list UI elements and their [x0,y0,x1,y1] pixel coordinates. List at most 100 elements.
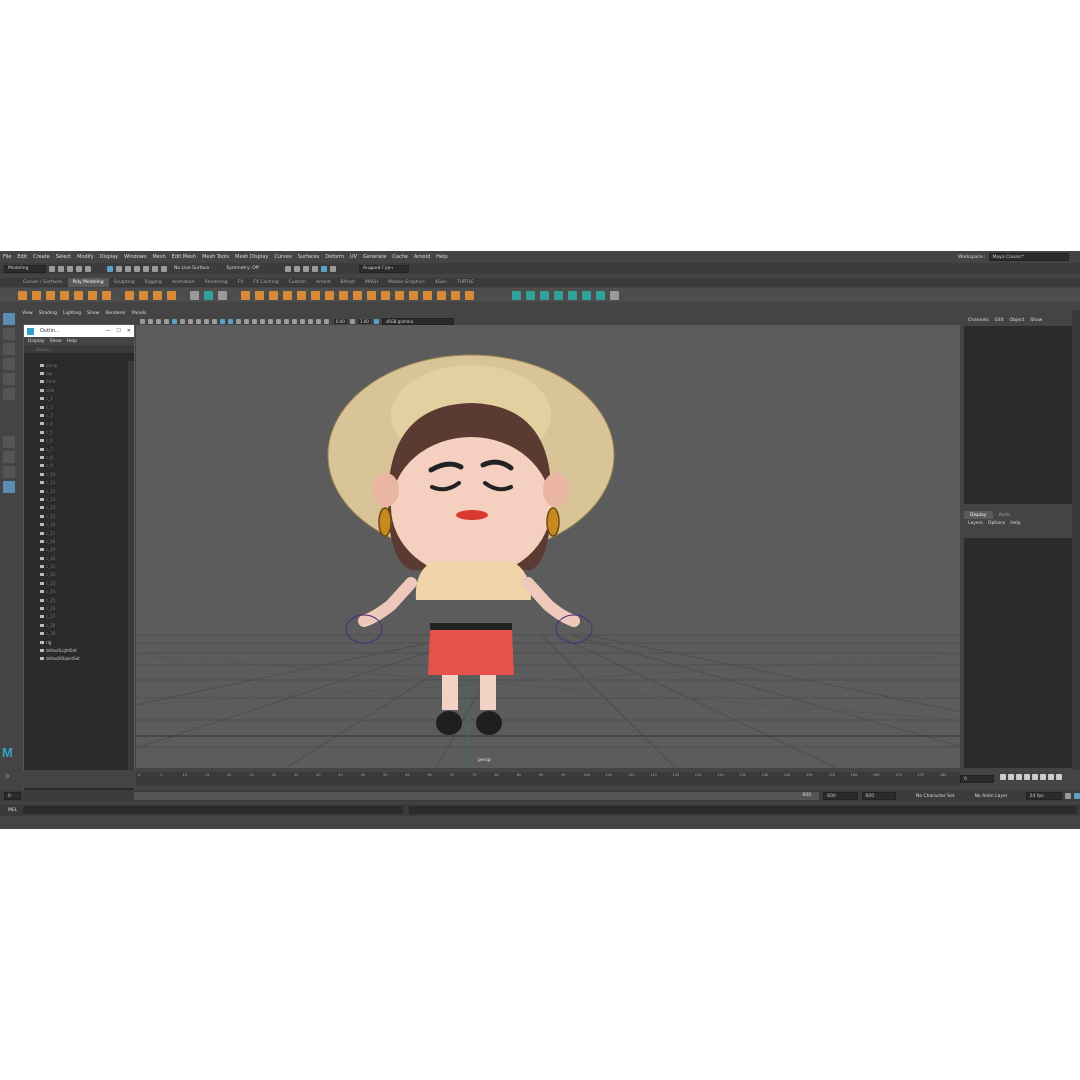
mel-label[interactable]: MEL [8,808,17,813]
outliner-item[interactable]: rig [24,638,126,646]
shelf-tab-turtle[interactable]: TURTLE [452,278,479,287]
gamma-field[interactable]: 1.00 [357,318,371,324]
xray-components-icon[interactable] [324,318,329,324]
select-component-icon[interactable] [125,265,131,272]
four-view-icon[interactable] [3,451,15,463]
outliner-item[interactable]: c_18 [24,537,126,545]
channel-menu-show[interactable]: Show [1030,318,1042,323]
insert-edge-loop-icon[interactable] [437,290,446,300]
step-forward-frame-icon[interactable] [1040,774,1046,780]
outliner-item[interactable]: c_17 [24,529,126,537]
outliner-item[interactable]: c_4 [24,420,126,428]
poly-super-shape-icon[interactable] [139,290,148,300]
auto-key-icon[interactable] [1064,793,1071,799]
minimize-icon[interactable]: — [105,328,110,334]
uv-editor-icon[interactable] [610,290,619,300]
extract-icon[interactable] [297,290,306,300]
outliner-item[interactable]: c_3 [24,411,126,419]
outliner-item[interactable]: c_29 [24,630,126,638]
viewport-menu-shading[interactable]: Shading [39,311,57,316]
channel-menu-object[interactable]: Object [1010,318,1025,323]
mode-dropdown[interactable]: Modeling [4,264,46,273]
fill-hole-icon[interactable] [395,290,404,300]
bookmark-icon[interactable] [156,318,161,324]
xray-icon[interactable] [308,318,313,324]
anim-prefs-icon[interactable] [1073,793,1080,799]
ipr-render-icon[interactable] [293,265,300,272]
outliner-item[interactable]: c_21 [24,562,126,570]
mirror-icon[interactable] [283,290,292,300]
command-input[interactable] [23,806,404,814]
character-model[interactable] [327,354,615,735]
shelf-tab-curves-surfaces[interactable]: Curves / Surfaces [18,278,68,287]
outliner-window[interactable]: Outlin... — ☐ ✕ Display Show Help Search..… [23,324,135,799]
user-account[interactable]: Андрей Гурч [358,264,409,273]
menu-select[interactable]: Select [56,254,71,260]
scale-tool-icon[interactable] [3,388,15,400]
close-icon[interactable]: ✕ [127,328,131,334]
retopologize-icon[interactable] [339,290,348,300]
menu-modify[interactable]: Modify [77,254,94,260]
isolate-select-icon[interactable] [300,318,305,324]
rotate-tool-icon[interactable] [3,373,15,385]
uv-cylindrical-icon[interactable] [540,290,549,300]
shelf-tab-motion-graphics[interactable]: Motion Graphics [383,278,430,287]
bridge-icon[interactable] [367,290,376,300]
smooth-shade-icon[interactable] [228,318,233,324]
outliner-item[interactable]: c_27 [24,613,126,621]
color-management-icon[interactable] [373,318,379,324]
range-slider-bar[interactable]: 600 [134,792,820,800]
shelf-tab-rendering[interactable]: Rendering [200,278,233,287]
outliner-menu-display[interactable]: Display [28,339,45,344]
outliner-menu-show[interactable]: Show [50,339,62,344]
outliner-item[interactable]: c_2 [24,403,126,411]
uv-sew-icon[interactable] [582,290,591,300]
open-scene-icon[interactable] [58,265,64,272]
outliner-item[interactable]: c_15 [24,512,126,520]
poly-cube-icon[interactable] [32,290,41,300]
select-object-icon[interactable] [116,265,122,272]
anti-aliasing-icon[interactable] [284,318,289,324]
snap-point-icon[interactable] [152,265,158,272]
outliner-item[interactable]: c_23 [24,579,126,587]
merge-icon[interactable] [409,290,418,300]
shelf-tab-rigging[interactable]: Rigging [140,278,167,287]
playblast-icon[interactable] [329,265,336,272]
outliner-item[interactable]: defaultObjectSet [24,655,126,663]
grid-toggle-icon[interactable] [172,318,177,324]
time-slider[interactable]: 0 0 5 10 15 20 25 30 35 40 45 50 55 60 65 70 75 80 85 90 95… [0,770,1080,788]
motion-blur-icon[interactable] [276,318,281,324]
range-end-max-field[interactable]: 600 [861,792,896,800]
outliner-item[interactable]: c_12 [24,487,126,495]
redo-icon[interactable] [85,265,91,272]
menu-arnold[interactable]: Arnold [414,254,430,260]
layer-menu-options[interactable]: Options [988,521,1005,526]
shelf-tab-bifrost[interactable]: Bifrost [335,278,360,287]
lasso-tool-icon[interactable] [3,328,15,340]
uv-planar-icon[interactable] [512,290,521,300]
safe-action-icon[interactable] [212,318,217,324]
step-back-frame-icon[interactable] [1016,774,1022,780]
field-chart-icon[interactable] [204,318,209,324]
paint-select-icon[interactable] [3,343,15,355]
textured-icon[interactable] [244,318,249,324]
depth-of-field-icon[interactable] [292,318,297,324]
bevel-icon[interactable] [353,290,362,300]
anim-layer-label[interactable]: No Anim Layer [975,794,1008,799]
colorspace-dropdown[interactable]: sRGB gamma [381,317,454,325]
menu-surfaces[interactable]: Surfaces [298,254,320,260]
shelf-tab-sculpting[interactable]: Sculpting [109,278,140,287]
outliner-item[interactable]: c_28 [24,621,126,629]
go-to-start-icon[interactable] [1000,774,1006,780]
multi-cut-icon[interactable] [451,290,460,300]
outliner-item[interactable]: c_10 [24,470,126,478]
snap-curve-icon[interactable] [143,265,149,272]
channel-menu-channels[interactable]: Channels [968,318,989,323]
uv-unfold-icon[interactable] [596,290,605,300]
gamma-icon[interactable] [349,318,355,324]
menu-mesh[interactable]: Mesh [152,254,165,260]
gate-mask-icon[interactable] [196,318,201,324]
wireframe-icon[interactable] [220,318,225,324]
menu-edit-mesh[interactable]: Edit Mesh [172,254,196,260]
workspace-selector[interactable]: Workspace : Maya Classic* [958,253,1069,261]
